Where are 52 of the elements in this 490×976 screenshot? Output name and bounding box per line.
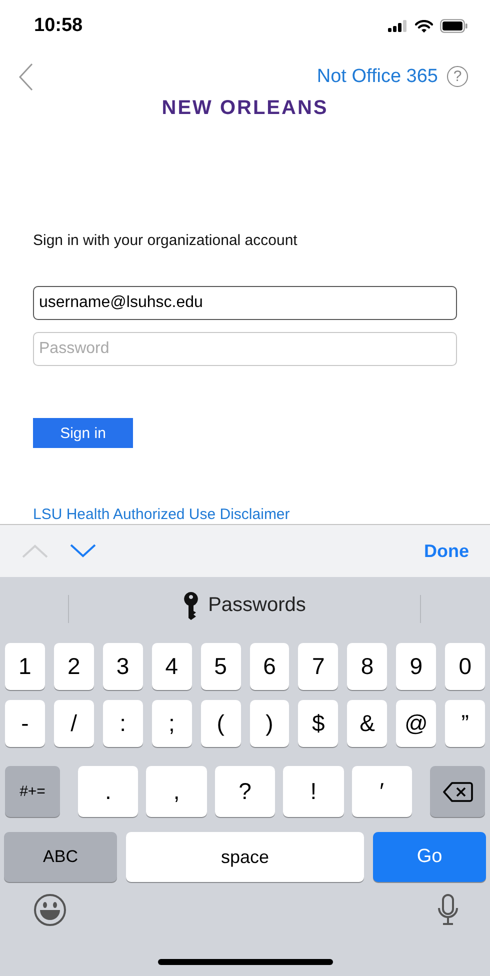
keyboard-key[interactable]: ( — [200, 700, 241, 747]
keyboard-key[interactable]: 7 — [298, 643, 338, 690]
keyboard-key[interactable]: & — [347, 700, 388, 747]
not-office-365-link[interactable]: Not Office 365 — [316, 66, 438, 88]
backspace-icon — [442, 780, 473, 802]
delete-key[interactable] — [430, 766, 486, 817]
keyboard-key[interactable]: 1 — [5, 643, 45, 690]
keyboard-key[interactable]: 8 — [347, 643, 388, 690]
next-field-button[interactable] — [69, 543, 97, 560]
microphone-icon[interactable] — [437, 894, 459, 926]
keyboard-key[interactable]: 4 — [152, 643, 192, 690]
passwords-button[interactable]: Passwords — [178, 590, 312, 620]
keyboard-key[interactable]: . — [78, 766, 138, 817]
space-key[interactable]: space — [126, 832, 364, 882]
symbols-key[interactable]: #+= — [5, 766, 60, 817]
done-button[interactable]: Done — [424, 540, 469, 562]
keyboard-key[interactable]: ” — [445, 700, 486, 747]
keyboard-key[interactable]: : — [102, 700, 143, 747]
logo-text: NEW ORLEANS — [162, 97, 328, 120]
keyboard-key[interactable]: - — [5, 700, 45, 747]
go-key[interactable]: Go — [373, 832, 486, 882]
keyboard-key[interactable]: 6 — [250, 643, 290, 690]
wifi-icon — [415, 20, 433, 33]
keyboard-key[interactable]: / — [54, 700, 94, 747]
password-field[interactable]: Password — [33, 332, 457, 366]
signal-icon — [388, 20, 408, 32]
keyboard-key[interactable]: , — [146, 766, 207, 817]
keyboard-key[interactable]: ? — [214, 766, 276, 817]
sign-in-button[interactable]: Sign in — [33, 418, 133, 448]
keyboard-key[interactable]: $ — [298, 700, 338, 747]
back-icon[interactable] — [18, 62, 34, 91]
key-icon — [184, 592, 198, 620]
chevron-up-icon — [21, 543, 49, 560]
keyboard-key[interactable]: 0 — [445, 643, 486, 690]
keyboard-key[interactable]: 3 — [102, 643, 143, 690]
keyboard-key[interactable]: ) — [250, 700, 290, 747]
chevron-down-icon — [69, 543, 97, 560]
keyboard-key[interactable]: 2 — [54, 643, 94, 690]
form-heading: Sign in with your organizational account — [33, 232, 298, 250]
status-time: 10:58 — [34, 15, 83, 38]
keyboard-key[interactable]: @ — [396, 700, 436, 747]
keyboard-key[interactable]: ; — [152, 700, 192, 747]
abc-key[interactable]: ABC — [4, 832, 117, 882]
keyboard-key[interactable]: 9 — [396, 643, 436, 690]
help-icon[interactable]: ? — [447, 66, 468, 88]
battery-icon — [440, 19, 468, 34]
keyboard-key[interactable]: 5 — [200, 643, 241, 690]
disclaimer-link[interactable]: LSU Health Authorized Use Disclaimer — [33, 506, 290, 524]
keyboard-key[interactable]: ′ — [352, 766, 412, 817]
username-field[interactable]: username@lsuhsc.edu — [33, 286, 457, 320]
keyboard-key[interactable]: ! — [283, 766, 344, 817]
emoji-icon[interactable] — [33, 894, 69, 926]
